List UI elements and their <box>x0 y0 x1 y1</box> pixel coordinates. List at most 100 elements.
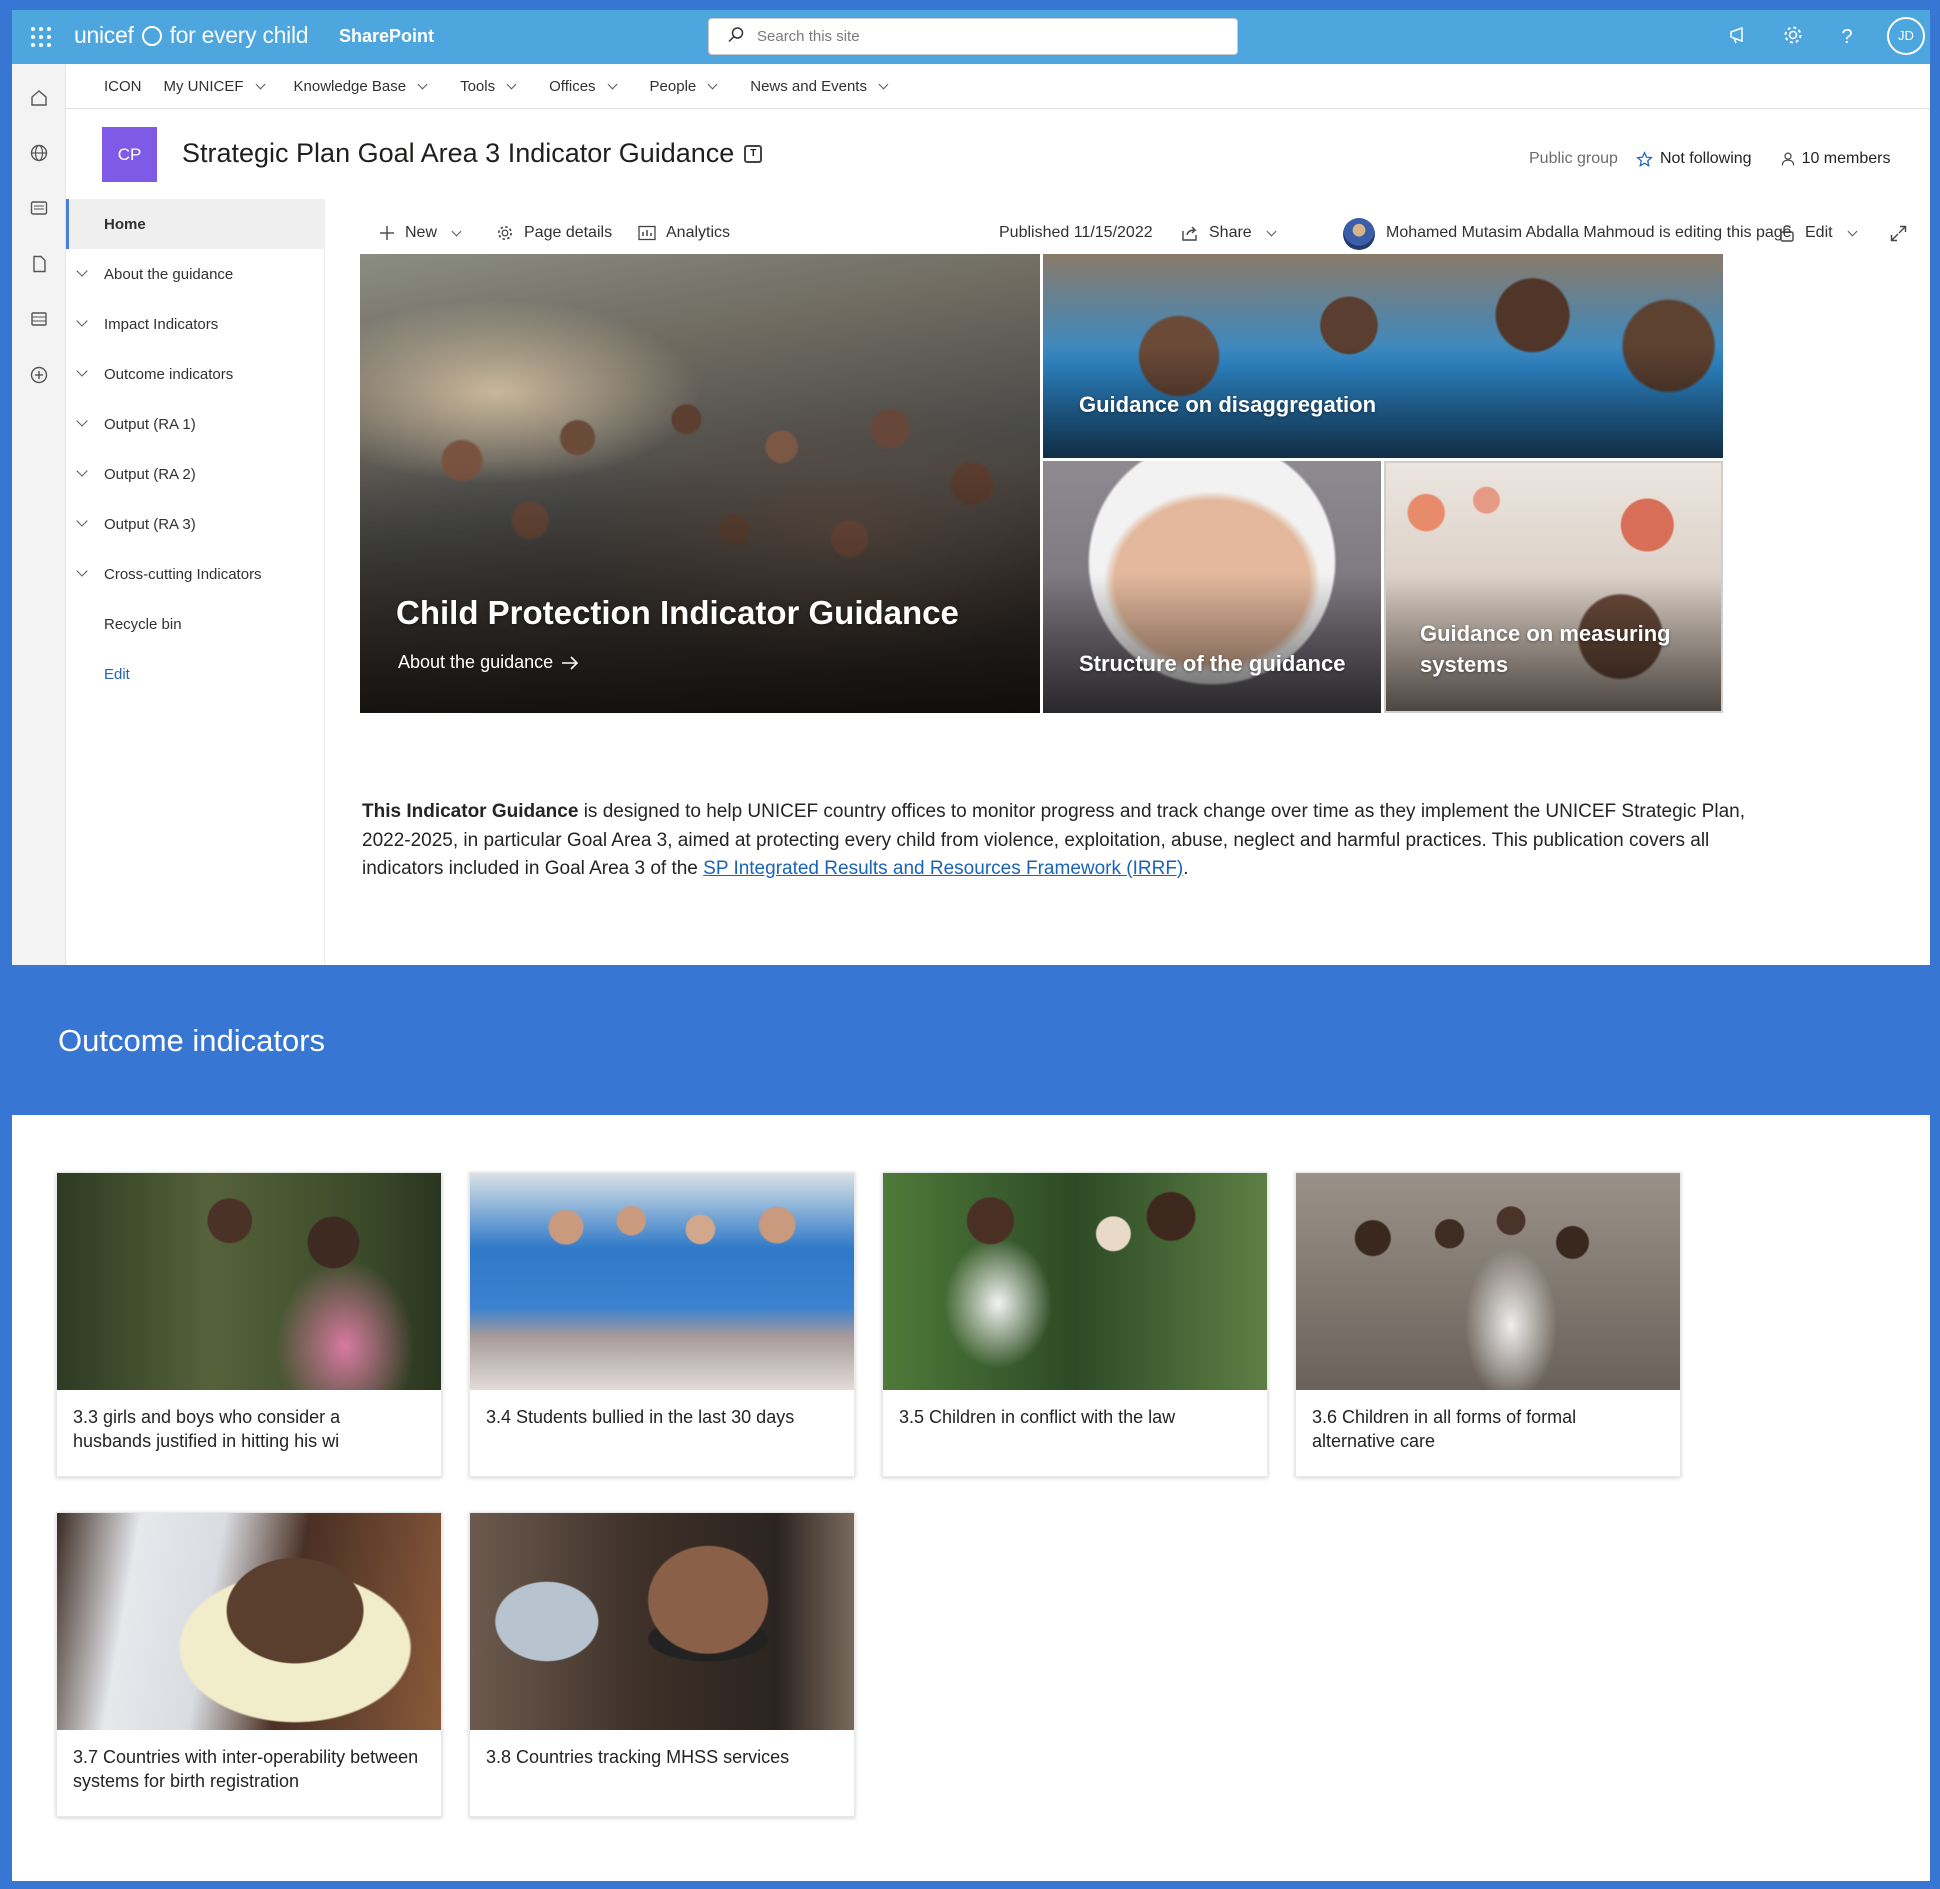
nav-item-output-ra1[interactable]: Output (RA 1) <box>66 399 325 449</box>
help-icon[interactable]: ? <box>1834 24 1860 50</box>
chevron-down-icon <box>506 79 517 89</box>
waffle-icon[interactable] <box>28 24 54 50</box>
nav-item-label: About the guidance <box>104 265 234 283</box>
nav-item-impact-indicators[interactable]: Impact Indicators <box>66 299 325 349</box>
hub-navigation: ICON My UNICEF Knowledge Base Tools Offi… <box>66 64 1930 109</box>
page-details-button[interactable]: Page details <box>496 209 612 257</box>
search-box[interactable]: Search this site <box>708 18 1238 55</box>
gear-icon[interactable] <box>1780 24 1806 50</box>
hero-main-link[interactable]: About the guidance <box>398 652 579 673</box>
analytics-button[interactable]: Analytics <box>638 209 730 257</box>
globe-icon[interactable] <box>26 143 52 169</box>
person-icon <box>1781 152 1794 166</box>
star-icon <box>1636 150 1653 167</box>
nav-item-label: Output (RA 3) <box>104 515 196 533</box>
chevron-down-icon[interactable] <box>76 565 88 577</box>
hub-nav-knowledge-base[interactable]: Knowledge Base <box>294 78 428 95</box>
chevron-down-icon <box>417 79 428 89</box>
outcome-section-header: Outcome indicators <box>12 965 1930 1115</box>
indicator-card[interactable]: 3.5 Children in conflict with the law <box>882 1172 1268 1477</box>
hub-nav-label: Tools <box>460 77 496 95</box>
card-caption: 3.6 Children in all forms of formal alte… <box>1312 1407 1577 1451</box>
share-label: Share <box>1209 224 1252 241</box>
site-title-text: Strategic Plan Goal Area 3 Indicator Gui… <box>182 138 735 168</box>
editor-avatar[interactable] <box>1343 218 1375 250</box>
site-icon[interactable]: CP <box>102 127 157 182</box>
search-input[interactable]: Search this site <box>757 28 860 45</box>
site-title[interactable]: Strategic Plan Goal Area 3 Indicator Gui… <box>182 138 763 169</box>
nav-item-label: Cross-cutting Indicators <box>104 565 262 583</box>
follow-button[interactable]: Not following <box>1636 150 1752 168</box>
tile-overlay <box>360 460 1040 713</box>
chevron-down-icon[interactable] <box>76 265 88 277</box>
share-button[interactable]: Share <box>1181 209 1277 257</box>
home-icon[interactable] <box>26 88 52 114</box>
chevron-down-icon[interactable] <box>76 365 88 377</box>
nav-item-label: Recycle bin <box>104 615 182 633</box>
tile-overlay <box>1043 574 1381 713</box>
news-icon[interactable] <box>26 198 52 224</box>
indicator-card[interactable]: 3.3 girls and boys who consider a husban… <box>56 1172 442 1477</box>
logo-wordmark: unicef <box>74 22 134 48</box>
indicator-card[interactable]: 3.6 Children in all forms of formal alte… <box>1295 1172 1681 1477</box>
teams-icon[interactable]: T <box>744 144 763 163</box>
document-icon[interactable] <box>26 254 52 280</box>
card-image <box>470 1513 854 1730</box>
hero-tile-measuring-systems[interactable]: Guidance on measuring systems <box>1384 461 1723 713</box>
nav-item-outcome-indicators[interactable]: Outcome indicators <box>66 349 325 399</box>
unicef-globe-icon <box>141 25 162 46</box>
card-image <box>57 1513 441 1730</box>
members-button[interactable]: 10 members <box>1780 150 1890 168</box>
edit-label: Edit <box>1805 224 1833 241</box>
indicator-card[interactable]: 3.8 Countries tracking MHSS services <box>469 1512 855 1817</box>
indicator-card[interactable]: 3.4 Students bullied in the last 30 days <box>469 1172 855 1477</box>
hub-nav-tools[interactable]: Tools <box>460 77 517 95</box>
analytics-icon <box>638 225 656 241</box>
nav-item-recycle-bin[interactable]: Recycle bin <box>66 599 325 649</box>
arrow-right-icon <box>562 655 579 670</box>
user-avatar[interactable]: JD <box>1887 17 1925 55</box>
left-navigation: Home About the guidance Impact Indicator… <box>66 199 325 975</box>
irrf-link[interactable]: SP Integrated Results and Resources Fram… <box>703 858 1183 879</box>
suite-bar: unicef for every child SharePoint Search… <box>12 10 1930 64</box>
megaphone-icon[interactable] <box>1726 24 1752 50</box>
hub-nav-icon[interactable]: ICON <box>104 78 142 95</box>
chevron-down-icon[interactable] <box>76 415 88 427</box>
new-button[interactable]: New <box>379 209 462 257</box>
card-caption: 3.3 girls and boys who consider a husban… <box>73 1407 341 1451</box>
hub-nav-my-unicef[interactable]: My UNICEF <box>164 78 265 95</box>
indicator-card[interactable]: 3.7 Countries with inter-operability bet… <box>56 1512 442 1817</box>
card-image <box>57 1173 441 1390</box>
nav-item-home[interactable]: Home <box>66 199 325 249</box>
nav-item-output-ra2[interactable]: Output (RA 2) <box>66 449 325 499</box>
app-name[interactable]: SharePoint <box>339 26 434 47</box>
chevron-down-icon[interactable] <box>76 315 88 327</box>
nav-item-about-the-guidance[interactable]: About the guidance <box>66 249 325 299</box>
unicef-logo[interactable]: unicef for every child <box>74 22 309 49</box>
hub-nav-news-and-events[interactable]: News and Events <box>750 78 889 95</box>
hub-nav-people[interactable]: People <box>650 78 718 95</box>
published-date: Published 11/15/2022 <box>999 224 1153 241</box>
hub-nav-offices[interactable]: Offices <box>549 77 617 95</box>
hero-tile-title: Guidance on measuring systems <box>1420 621 1671 677</box>
hero-tile-main[interactable]: Child Protection Indicator Guidance Abou… <box>360 254 1040 713</box>
chevron-down-icon <box>707 79 718 89</box>
hub-nav-label: Offices <box>549 77 596 95</box>
site-info: Public group Not following 10 members <box>1529 150 1890 168</box>
nav-item-cross-cutting-indicators[interactable]: Cross-cutting Indicators <box>66 549 325 599</box>
chevron-down-icon[interactable] <box>76 515 88 527</box>
nav-item-label: Output (RA 1) <box>104 415 196 433</box>
edit-button[interactable]: Edit <box>1779 209 1858 257</box>
card-caption: 3.4 Students bullied in the last 30 days <box>486 1407 795 1427</box>
nav-item-label: Outcome indicators <box>104 365 234 383</box>
hero-tile-structure[interactable]: Structure of the guidance <box>1043 461 1381 713</box>
expand-icon[interactable] <box>1890 209 1907 257</box>
list-icon[interactable] <box>26 309 52 335</box>
chevron-down-icon <box>451 226 462 236</box>
nav-edit-link[interactable]: Edit <box>66 649 325 699</box>
create-icon[interactable] <box>26 365 52 391</box>
nav-item-output-ra3[interactable]: Output (RA 3) <box>66 499 325 549</box>
chevron-down-icon <box>607 79 617 89</box>
chevron-down-icon[interactable] <box>76 465 88 477</box>
hero-tile-disaggregation[interactable]: Guidance on disaggregation <box>1043 254 1723 458</box>
